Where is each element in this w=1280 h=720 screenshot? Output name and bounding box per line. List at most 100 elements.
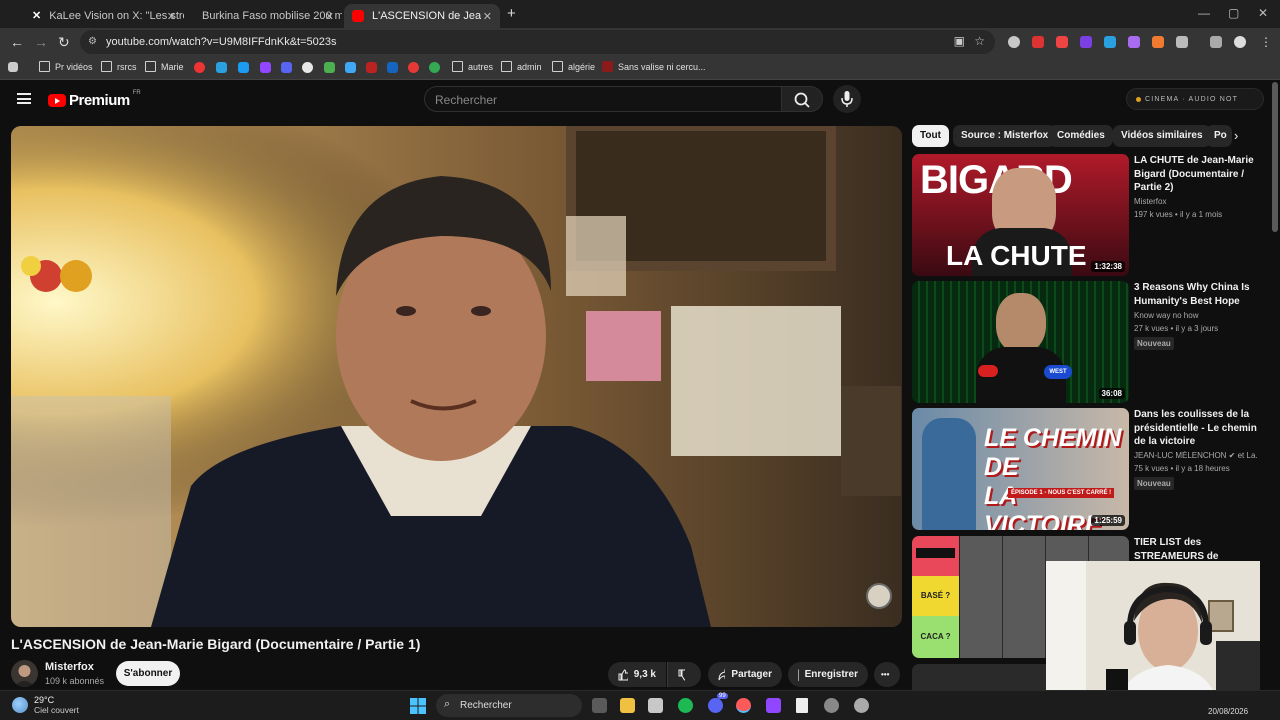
more-actions-button[interactable]: •••: [874, 662, 900, 687]
youtube-premium-logo[interactable]: Premium FR: [48, 90, 141, 109]
weather-condition: Ciel couvert: [34, 705, 79, 715]
bookmark-folder-rsrcs[interactable]: rsrcs: [101, 61, 137, 72]
bookmark-site-icon[interactable]: [281, 62, 292, 73]
tab-youtube-active[interactable]: L'ASCENSION de Jean-Marie Bi ✕: [344, 4, 500, 28]
share-button[interactable]: Partager: [708, 662, 782, 687]
extension-icon[interactable]: [1152, 36, 1164, 48]
extension-icon[interactable]: [1056, 36, 1068, 48]
extension-icon[interactable]: [1128, 36, 1140, 48]
recommendation-item[interactable]: BIGARD LA CHUTE 1:32:38 LA CHUTE de Jean…: [912, 154, 1257, 279]
profile-avatar[interactable]: [1234, 36, 1246, 48]
bookmark-site-icon[interactable]: [408, 62, 419, 73]
browser-menu-icon[interactable]: ⋮: [1260, 34, 1272, 50]
new-tab-button[interactable]: +: [507, 6, 516, 22]
minimize-icon[interactable]: —: [1198, 6, 1210, 20]
spotify-icon[interactable]: [678, 698, 693, 713]
bookmark-site-icon[interactable]: [387, 62, 398, 73]
bookmark-folder-pr-videos[interactable]: Pr vidéos: [39, 61, 93, 72]
reading-list-icon[interactable]: [1210, 36, 1222, 48]
weather-widget[interactable]: 29°C Ciel couvert: [12, 695, 79, 715]
notepad-icon[interactable]: [796, 698, 808, 713]
chip-comedies[interactable]: Comédies: [1049, 125, 1113, 147]
chip-more[interactable]: Po: [1206, 125, 1232, 147]
bookmark-folder-algerie[interactable]: algérie: [552, 61, 595, 72]
recommendation-item[interactable]: WEST 36:08 3 Reasons Why China Is Humani…: [912, 281, 1257, 406]
windows-start-icon[interactable]: [410, 698, 426, 714]
extension-icon[interactable]: [1080, 36, 1092, 48]
maximize-icon[interactable]: ▢: [1228, 6, 1239, 20]
video-thumbnail[interactable]: WEST 36:08: [912, 281, 1129, 403]
channel-avatar[interactable]: [11, 660, 38, 687]
voice-search-button[interactable]: [833, 85, 861, 113]
recommendation-channel[interactable]: Know way no how: [1134, 311, 1198, 320]
search-button[interactable]: [781, 86, 823, 112]
recommendation-title[interactable]: Dans les coulisses de la présidentielle …: [1134, 408, 1262, 449]
bookmark-site-icon[interactable]: [260, 62, 271, 73]
bookmark-star-icon[interactable]: ☆: [974, 34, 985, 48]
close-tab-icon[interactable]: ✕: [167, 10, 176, 23]
forward-icon[interactable]: →: [34, 34, 48, 50]
channel-name[interactable]: Misterfox: [45, 661, 94, 673]
recommendation-title[interactable]: LA CHUTE de Jean-Marie Bigard (Documenta…: [1134, 154, 1262, 195]
settings-icon[interactable]: [854, 698, 869, 713]
tab-burkina-faso[interactable]: Burkina Faso mobilise 200 milli ✕: [186, 4, 342, 28]
bookmark-site-icon[interactable]: [366, 62, 377, 73]
promo-banner[interactable]: CINEMA · AUDIO NOT: [1126, 88, 1264, 110]
chip-all[interactable]: Tout: [912, 125, 949, 147]
recommendation-title[interactable]: 3 Reasons Why China Is Humanity's Best H…: [1134, 281, 1262, 308]
reload-icon[interactable]: ↻: [58, 34, 70, 50]
like-button[interactable]: 9,3 k: [608, 662, 666, 687]
site-info-icon[interactable]: ⚙: [88, 36, 100, 48]
apps-grid-icon[interactable]: [8, 62, 18, 72]
bookmark-site-icon[interactable]: [194, 62, 205, 73]
back-icon[interactable]: ←: [10, 34, 24, 50]
subscribe-button[interactable]: S'abonner: [116, 661, 180, 686]
recommendation-channel[interactable]: Misterfox: [1134, 197, 1166, 206]
webcam-overlay: [1046, 561, 1260, 709]
bookmark-site-icon[interactable]: [324, 62, 335, 73]
chip-source-misterfox[interactable]: Source : Misterfox: [953, 125, 1057, 147]
video-player[interactable]: [11, 126, 902, 627]
chevron-right-icon[interactable]: ›: [1234, 128, 1252, 146]
search-input[interactable]: Rechercher: [424, 86, 782, 112]
bookmark-folder-autres[interactable]: autres: [452, 61, 493, 72]
app-icon[interactable]: [824, 698, 839, 713]
file-explorer-icon[interactable]: [620, 698, 635, 713]
bookmark-folder-admin[interactable]: admin: [501, 61, 542, 72]
page-scrollbar[interactable]: [1272, 82, 1278, 232]
cast-icon[interactable]: ▣: [954, 34, 965, 48]
close-tab-icon[interactable]: ✕: [480, 9, 492, 23]
discord-icon[interactable]: [708, 698, 723, 713]
extension-icon[interactable]: [1008, 36, 1020, 48]
channel-watermark-avatar[interactable]: [866, 583, 892, 609]
close-window-icon[interactable]: ✕: [1258, 6, 1268, 20]
extension-icon[interactable]: [1032, 36, 1044, 48]
youtube-play-icon: [48, 94, 66, 107]
chip-similar-videos[interactable]: Vidéos similaires: [1113, 125, 1211, 147]
recommendation-meta: 197 k vues • il y a 1 mois: [1134, 210, 1223, 219]
extension-icon[interactable]: [1104, 36, 1116, 48]
extensions-puzzle-icon[interactable]: [1176, 36, 1188, 48]
bookmark-sans-valise[interactable]: Sans valise ni cercu...: [602, 61, 706, 72]
recommendation-channel[interactable]: JEAN-LUC MÉLENCHON ✔ et La...: [1134, 451, 1258, 460]
tab-kalee-vision[interactable]: ✕ KaLee Vision on X: "Les stream ✕: [24, 4, 184, 28]
video-thumbnail[interactable]: BIGARD LA CHUTE 1:32:38: [912, 154, 1129, 276]
address-bar[interactable]: ⚙ youtube.com/watch?v=U9M8IFFdnKk&t=5023…: [80, 30, 995, 54]
taskbar-search[interactable]: ⌕ Rechercher: [436, 694, 582, 717]
dislike-button[interactable]: [667, 662, 701, 687]
menu-icon[interactable]: [17, 93, 31, 104]
app-icon[interactable]: [648, 698, 663, 713]
close-tab-icon[interactable]: ✕: [325, 10, 334, 23]
video-thumbnail[interactable]: LE CHEMIN DE LA VICTOIRE ÉPISODE 1 - NOU…: [912, 408, 1129, 530]
browser-icon[interactable]: [736, 698, 751, 713]
bookmark-site-icon[interactable]: [216, 62, 227, 73]
recommendation-item[interactable]: LE CHEMIN DE LA VICTOIRE ÉPISODE 1 - NOU…: [912, 408, 1258, 533]
bookmark-site-icon[interactable]: [238, 62, 249, 73]
bookmark-site-icon[interactable]: [302, 62, 313, 73]
task-view-icon[interactable]: [592, 698, 607, 713]
bookmark-site-icon[interactable]: [345, 62, 356, 73]
bookmark-folder-marie[interactable]: Marie: [145, 61, 184, 72]
save-button[interactable]: Enregistrer: [788, 662, 868, 687]
maps-icon[interactable]: [429, 62, 440, 73]
twitch-icon[interactable]: [766, 698, 781, 713]
